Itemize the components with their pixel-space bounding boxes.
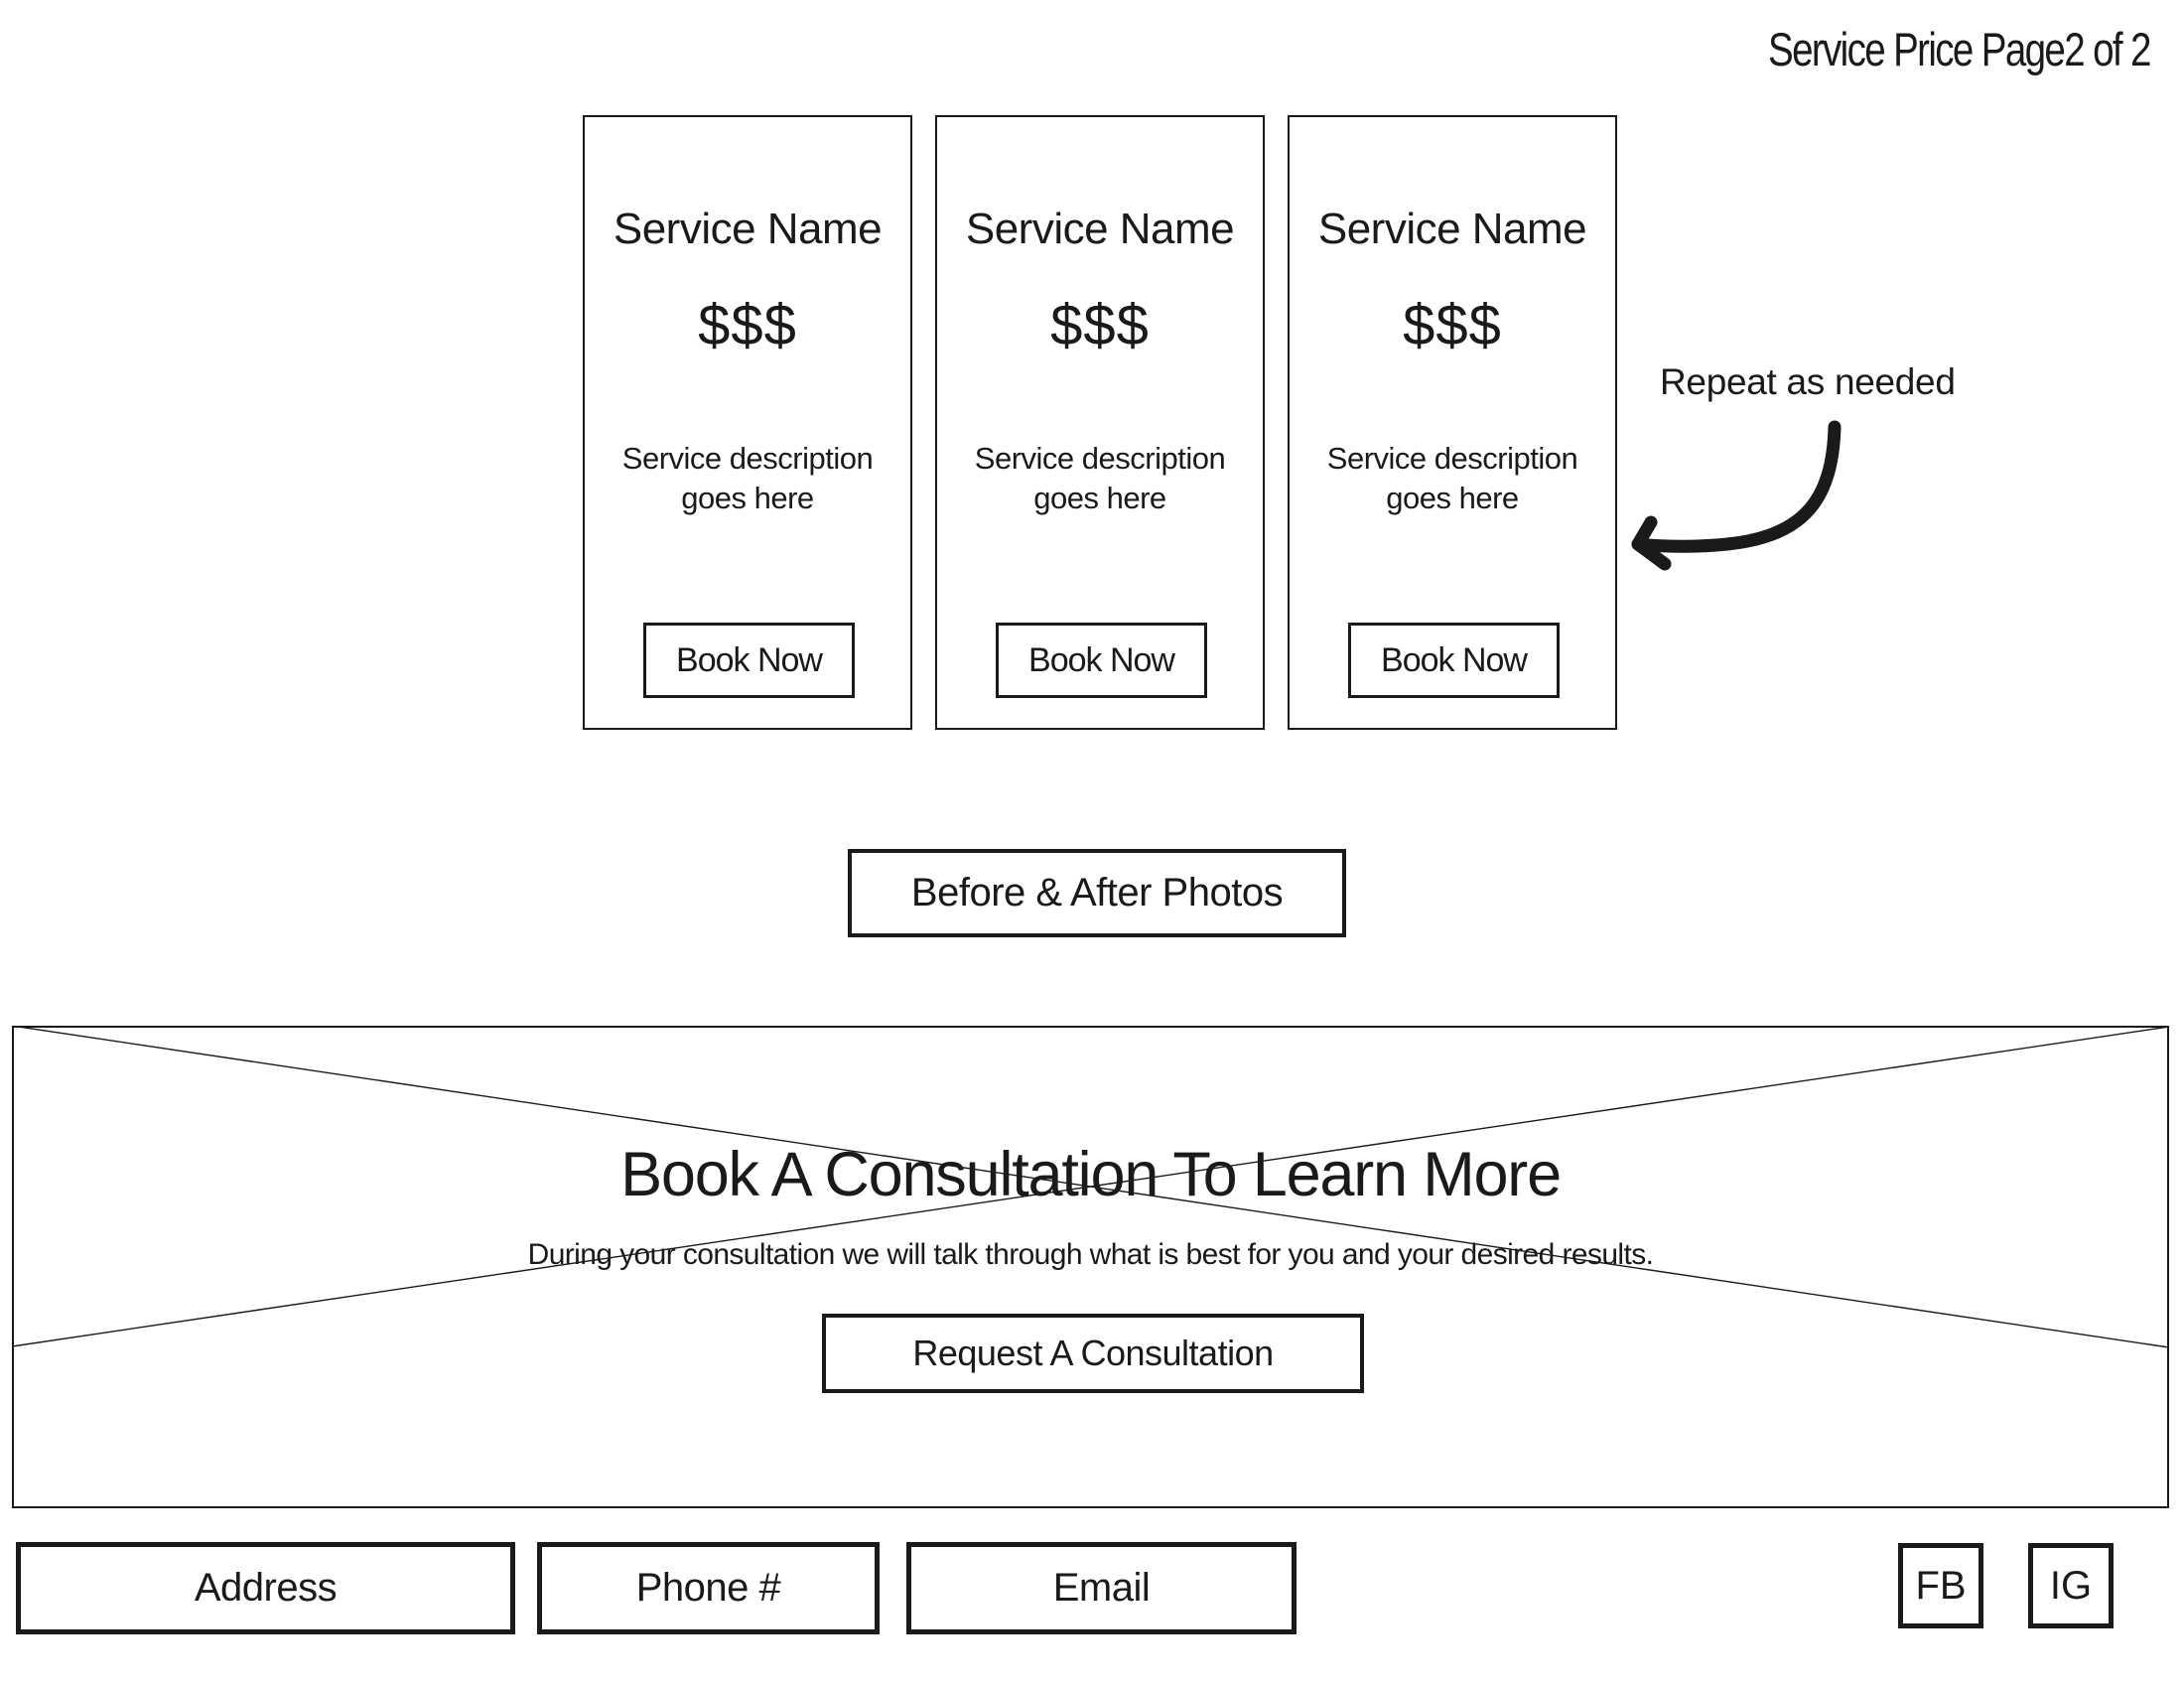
request-consultation-button[interactable]: Request A Consultation (822, 1314, 1364, 1393)
service-price: $$$ (1403, 293, 1502, 357)
facebook-button[interactable]: FB (1898, 1543, 1983, 1628)
before-after-photos-button[interactable]: Before & After Photos (848, 849, 1346, 937)
service-description: Service description goes here (1326, 441, 1578, 515)
instagram-button[interactable]: IG (2028, 1543, 2114, 1628)
email-button[interactable]: Email (906, 1542, 1297, 1634)
service-price: $$$ (1050, 293, 1150, 357)
book-now-button[interactable]: Book Now (996, 623, 1207, 698)
page-title: Service Price Page2 of 2 (1768, 23, 2151, 75)
service-price: $$$ (698, 293, 797, 357)
service-description: Service description goes here (974, 441, 1226, 515)
book-now-button[interactable]: Book Now (1348, 623, 1560, 698)
consultation-banner: Book A Consultation To Learn More During… (12, 1026, 2169, 1508)
address-button[interactable]: Address (16, 1542, 515, 1634)
service-name: Service Name (613, 205, 883, 253)
service-card: Service Name $$$ Service description goe… (583, 115, 912, 730)
service-card: Service Name $$$ Service description goe… (935, 115, 1265, 730)
consultation-subtitle: During your consultation we will talk th… (527, 1238, 1654, 1271)
service-description: Service description goes here (621, 441, 874, 515)
service-name: Service Name (1317, 205, 1587, 253)
phone-button[interactable]: Phone # (537, 1542, 880, 1634)
book-now-button[interactable]: Book Now (643, 623, 855, 698)
service-name: Service Name (965, 205, 1235, 253)
service-card: Service Name $$$ Service description goe… (1288, 115, 1617, 730)
curved-arrow-left-icon (1631, 420, 1842, 571)
consultation-title: Book A Consultation To Learn More (620, 1140, 1562, 1209)
